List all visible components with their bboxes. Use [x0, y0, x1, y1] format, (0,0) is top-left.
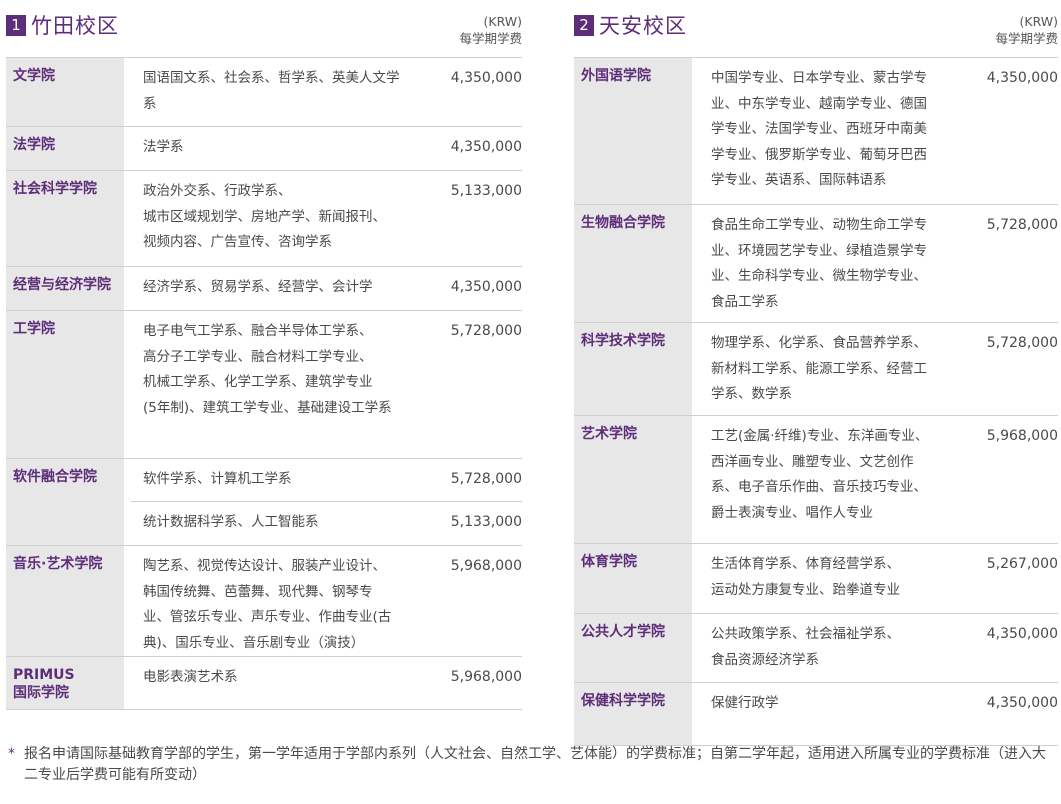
tuition-fee: 5,728,000: [450, 323, 522, 339]
tuition-fee: 5,728,000: [450, 471, 522, 487]
tuition-fee: 4,350,000: [450, 139, 522, 155]
faculty-row: 工学院 电子电气工学系、融合半导体工学系、 高分子工学专业、融合材料工学专业、 机…: [6, 311, 522, 459]
campus-title: 竹田校区: [31, 14, 119, 38]
campus-header: 1 竹田校区 (KRW) 每学期学费: [6, 0, 522, 58]
faculty-name: 音乐·艺术学院: [6, 546, 124, 656]
tuition-fee: 5,968,000: [450, 669, 522, 685]
department-row: 电影表演艺术系 5,968,000: [131, 657, 522, 709]
tuition-fee: 5,968,000: [450, 558, 522, 574]
campus-number-badge: 1: [6, 15, 26, 36]
faculty-row: 文学院 国语国文系、社会系、哲学系、英美人文学系 4,350,000: [6, 58, 522, 127]
department-row: 经济学系、贸易学系、经营学、会计学 4,350,000: [131, 267, 522, 310]
fee-column-header: (KRW) 每学期学费: [995, 13, 1058, 47]
tuition-fee: 5,133,000: [450, 514, 522, 530]
tuition-fee: 5,968,000: [986, 428, 1058, 444]
department-list: 物理学系、化学系、食品营养学系、 新材料工学系、能源工学系、经营工 学系、数学系: [711, 335, 927, 402]
department-row: 陶艺系、视觉传达设计、服装产业设计、 韩国传统舞、芭蕾舞、现代舞、钢琴专 业、管…: [131, 546, 522, 656]
campus-header: 2 天安校区 (KRW) 每学期学费: [574, 0, 1058, 58]
department-list: 保健行政学: [711, 695, 779, 711]
department-row: 软件学系、计算机工学系 5,728,000: [131, 459, 522, 502]
tuition-fee: 4,350,000: [450, 70, 522, 86]
faculty-name: 经营与经济学院: [6, 267, 124, 310]
faculty-name: 体育学院: [574, 544, 692, 613]
faculty-row: 法学院 法学系 4,350,000: [6, 127, 522, 171]
faculty-row: 科学技术学院 物理学系、化学系、食品营养学系、 新材料工学系、能源工学系、经营工 …: [574, 323, 1058, 416]
faculty-row: 音乐·艺术学院 陶艺系、视觉传达设计、服装产业设计、 韩国传统舞、芭蕾舞、现代舞、…: [6, 546, 522, 657]
fee-label: 每学期学费: [995, 31, 1058, 46]
department-row: 统计数据科学系、人工智能系 5,133,000: [131, 502, 522, 545]
faculty-row: 外国语学院 中国学专业、日本学专业、蒙古学专 业、中东学专业、越南学专业、德国 学…: [574, 58, 1058, 205]
fee-label: 每学期学费: [459, 31, 522, 46]
faculty-name: 艺术学院: [574, 416, 692, 543]
department-list: 电影表演艺术系: [143, 669, 238, 685]
department-list: 生活体育学系、体育经营学系、 运动处方康复专业、跆拳道专业: [711, 556, 900, 598]
fee-column-header: (KRW) 每学期学费: [459, 13, 522, 47]
faculty-row: 经营与经济学院 经济学系、贸易学系、经营学、会计学 4,350,000: [6, 267, 522, 311]
department-row: 电子电气工学系、融合半导体工学系、 高分子工学专业、融合材料工学专业、 机械工学…: [131, 311, 522, 458]
department-list: 法学系: [143, 139, 184, 155]
faculty-row: PRIMUS 国际学院 电影表演艺术系 5,968,000: [6, 657, 522, 710]
faculty-row: 生物融合学院 食品生命工学专业、动物生命工学专 业、环境园艺学专业、绿植造景学专 …: [574, 205, 1058, 323]
faculty-name: 工学院: [6, 311, 124, 458]
department-list: 食品生命工学专业、动物生命工学专 业、环境园艺学专业、绿植造景学专 业、生命科学…: [711, 217, 927, 310]
faculty-row: 软件融合学院 软件学系、计算机工学系 5,728,000 统计数据科学系、人工智能系 5…: [6, 459, 522, 546]
department-row: 国语国文系、社会系、哲学系、英美人文学系 4,350,000: [131, 58, 522, 126]
faculty-table: 外国语学院 中国学专业、日本学专业、蒙古学专 业、中东学专业、越南学专业、德国 学…: [574, 58, 1058, 746]
faculty-name: 保健科学学院: [574, 683, 692, 745]
faculty-row: 艺术学院 工艺(金属·纤维)专业、东洋画专业、 西洋画专业、雕塑专业、文艺创作 系…: [574, 416, 1058, 544]
tuition-fee: 5,728,000: [986, 217, 1058, 233]
campus-jukjeon: 1 竹田校区 (KRW) 每学期学费 文学院 国语国文系、社会系、哲学系、英美人文…: [6, 0, 522, 710]
fee-unit: (KRW): [1019, 14, 1059, 29]
tuition-fee: 4,350,000: [986, 70, 1058, 86]
tuition-fee: 4,350,000: [986, 695, 1058, 711]
department-row: 物理学系、化学系、食品营养学系、 新材料工学系、能源工学系、经营工 学系、数学系…: [699, 323, 1058, 415]
tuition-fee: 4,350,000: [450, 279, 522, 295]
faculty-name: 科学技术学院: [574, 323, 692, 415]
faculty-name: PRIMUS 国际学院: [6, 657, 124, 709]
department-row: 食品生命工学专业、动物生命工学专 业、环境园艺学专业、绿植造景学专 业、生命科学…: [699, 205, 1058, 322]
department-row: 公共政策学系、社会福祉学系、 食品资源经济学系 4,350,000: [699, 614, 1058, 682]
campus-cheonan: 2 天安校区 (KRW) 每学期学费 外国语学院 中国学专业、日本学专业、蒙古学专…: [574, 0, 1058, 746]
faculty-name: 法学院: [6, 127, 124, 170]
department-list: 国语国文系、社会系、哲学系、英美人文学系: [143, 70, 400, 112]
tuition-fee: 5,267,000: [986, 556, 1058, 572]
tuition-fee: 5,133,000: [450, 183, 522, 199]
campus-title: 天安校区: [599, 14, 687, 38]
tuition-fee: 5,728,000: [986, 335, 1058, 351]
department-list: 公共政策学系、社会福祉学系、 食品资源经济学系: [711, 626, 900, 668]
footnote: * 报名申请国际基础教育学部的学生，第一学年适用于学部内系列（人文社会、自然工学…: [8, 744, 1058, 786]
fee-unit: (KRW): [483, 14, 523, 29]
faculty-name: 社会科学学院: [6, 171, 124, 266]
department-row: 法学系 4,350,000: [131, 127, 522, 170]
faculty-name: 生物融合学院: [574, 205, 692, 322]
faculty-row: 保健科学学院 保健行政学 4,350,000: [574, 683, 1058, 746]
department-row: 中国学专业、日本学专业、蒙古学专 业、中东学专业、越南学专业、德国 学专业、法国…: [699, 58, 1058, 204]
department-list: 统计数据科学系、人工智能系: [143, 514, 319, 530]
department-list: 软件学系、计算机工学系: [143, 471, 292, 487]
tuition-fee: 4,350,000: [986, 626, 1058, 642]
department-list: 陶艺系、视觉传达设计、服装产业设计、 韩国传统舞、芭蕾舞、现代舞、钢琴专 业、管…: [143, 558, 392, 651]
faculty-name: 文学院: [6, 58, 124, 126]
department-row: 生活体育学系、体育经营学系、 运动处方康复专业、跆拳道专业 5,267,000: [699, 544, 1058, 613]
department-list: 工艺(金属·纤维)专业、东洋画专业、 西洋画专业、雕塑专业、文艺创作 系、电子音…: [711, 428, 929, 521]
faculty-name: 软件融合学院: [6, 459, 124, 545]
department-list: 中国学专业、日本学专业、蒙古学专 业、中东学专业、越南学专业、德国 学专业、法国…: [711, 70, 927, 188]
department-row: 工艺(金属·纤维)专业、东洋画专业、 西洋画专业、雕塑专业、文艺创作 系、电子音…: [699, 416, 1058, 543]
footnote-text: 报名申请国际基础教育学部的学生，第一学年适用于学部内系列（人文社会、自然工学、艺…: [24, 746, 1046, 783]
department-list: 电子电气工学系、融合半导体工学系、 高分子工学专业、融合材料工学专业、 机械工学…: [143, 323, 392, 416]
faculty-table: 文学院 国语国文系、社会系、哲学系、英美人文学系 4,350,000 法学院 法学系 4,…: [6, 58, 522, 710]
department-row: 政治外交系、行政学系、 城市区域规划学、房地产学、新闻报刊、 视频内容、广告宣传…: [131, 171, 522, 266]
faculty-row: 社会科学学院 政治外交系、行政学系、 城市区域规划学、房地产学、新闻报刊、 视频内…: [6, 171, 522, 267]
footnote-star: *: [8, 746, 15, 762]
department-row: 保健行政学 4,350,000: [699, 683, 1058, 745]
department-list: 政治外交系、行政学系、 城市区域规划学、房地产学、新闻报刊、 视频内容、广告宣传…: [143, 183, 386, 250]
faculty-row: 公共人才学院 公共政策学系、社会福祉学系、 食品资源经济学系 4,350,000: [574, 614, 1058, 683]
faculty-name: 公共人才学院: [574, 614, 692, 682]
department-list: 经济学系、贸易学系、经营学、会计学: [143, 279, 373, 295]
faculty-row: 体育学院 生活体育学系、体育经营学系、 运动处方康复专业、跆拳道专业 5,267,0…: [574, 544, 1058, 614]
faculty-name: 外国语学院: [574, 58, 692, 204]
campus-number-badge: 2: [574, 15, 594, 36]
